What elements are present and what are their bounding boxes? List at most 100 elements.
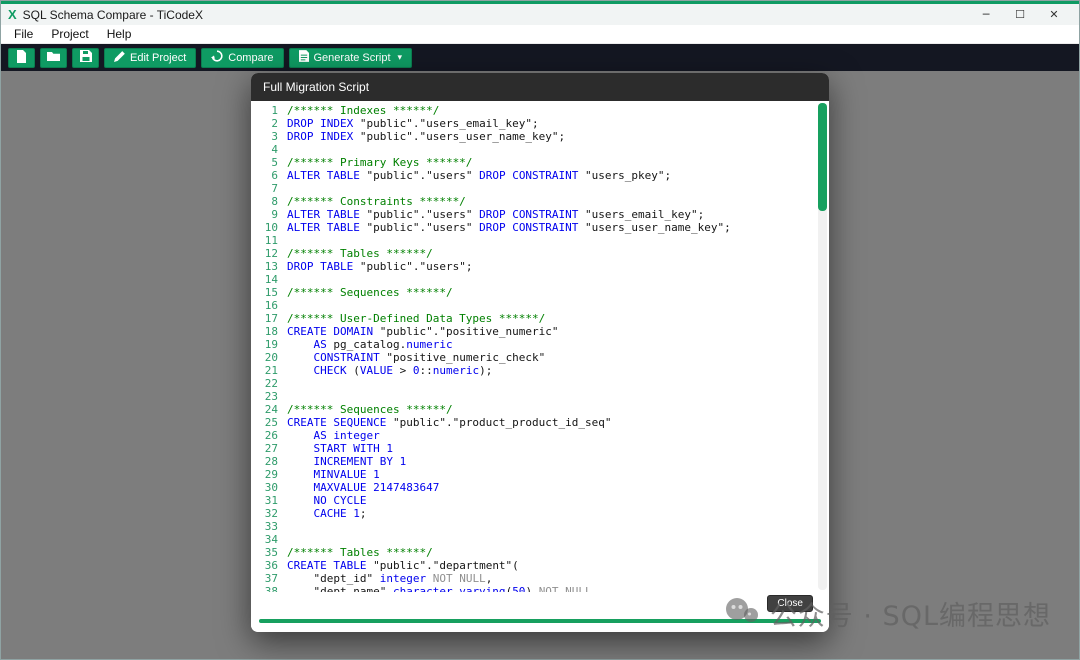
code-line: 10 ALTER TABLE "public"."users" DROP CONS… [251, 221, 829, 234]
line-number: 1 [271, 104, 278, 117]
chevron-down-icon: ▾ [397, 52, 403, 62]
script-icon [298, 50, 309, 65]
close-window-button[interactable]: ✕ [1037, 8, 1071, 21]
code-line: 23 [251, 390, 829, 403]
window-controls: ─ ☐ ✕ [969, 8, 1071, 21]
dialog-footer: Close [251, 592, 829, 632]
pencil-icon [114, 50, 125, 65]
line-number: 11 [264, 234, 278, 247]
code-line: 9 ALTER TABLE "public"."users" DROP CONST… [251, 208, 829, 221]
menu-help[interactable]: Help [98, 27, 141, 41]
compare-button[interactable]: Compare [201, 47, 284, 68]
menubar: File Project Help [1, 25, 1079, 44]
line-number: 23 [264, 390, 278, 403]
code-line: 25 CREATE SEQUENCE "public"."product_prod… [251, 416, 829, 429]
scrollbar-thumb[interactable] [818, 103, 827, 211]
line-number: 24 [264, 403, 278, 416]
line-number: 30 [264, 481, 278, 494]
code-line: 5/****** Primary Keys ******/ [251, 156, 829, 169]
menu-file[interactable]: File [5, 27, 42, 41]
minimize-button[interactable]: ─ [969, 8, 1003, 21]
open-project-button[interactable] [40, 47, 67, 68]
new-file-icon [16, 49, 27, 66]
new-project-button[interactable] [8, 47, 35, 68]
workspace-backdrop: Full Migration Script 1/****** Indexes *… [1, 71, 1079, 659]
code-line: 26 AS integer [251, 429, 829, 442]
save-project-button[interactable] [72, 47, 99, 68]
generate-script-button[interactable]: Generate Script ▾ [288, 47, 413, 68]
line-number: 6 [271, 169, 278, 182]
code-line: 1/****** Indexes ******/ [251, 104, 829, 117]
line-number: 13 [264, 260, 278, 273]
line-number: 35 [264, 546, 278, 559]
line-number: 7 [271, 182, 278, 195]
code-line: 18 CREATE DOMAIN "public"."positive_numer… [251, 325, 829, 338]
menu-project[interactable]: Project [42, 27, 97, 41]
line-number: 19 [264, 338, 278, 351]
migration-script-dialog: Full Migration Script 1/****** Indexes *… [251, 73, 829, 632]
code-line: 15/****** Sequences ******/ [251, 286, 829, 299]
code-line: 16 [251, 299, 829, 312]
titlebar-left: X SQL Schema Compare - TiCodeX [8, 8, 203, 22]
line-number: 28 [264, 455, 278, 468]
line-number: 29 [264, 468, 278, 481]
code-line: 29 MINVALUE 1 [251, 468, 829, 481]
code-line: 27 START WITH 1 [251, 442, 829, 455]
app-window: X SQL Schema Compare - TiCodeX ─ ☐ ✕ Fil… [0, 0, 1080, 660]
line-number: 4 [271, 143, 278, 156]
line-number: 12 [264, 247, 278, 260]
code-line: 24/****** Sequences ******/ [251, 403, 829, 416]
save-icon [79, 50, 92, 65]
code-line: 19 AS pg_catalog.numeric [251, 338, 829, 351]
progress-bar [259, 619, 821, 623]
line-number: 2 [271, 117, 278, 130]
line-number: 26 [264, 429, 278, 442]
line-number: 37 [264, 572, 278, 585]
code-line: 8/****** Constraints ******/ [251, 195, 829, 208]
line-number: 33 [264, 520, 278, 533]
code-line: 2 DROP INDEX "public"."users_email_key"; [251, 117, 829, 130]
maximize-button[interactable]: ☐ [1003, 8, 1037, 21]
line-number: 20 [264, 351, 278, 364]
code-line: 11 [251, 234, 829, 247]
code-line: 38 "dept_name" character varying(50) NOT… [251, 585, 829, 592]
code-line: 17/****** User-Defined Data Types ******… [251, 312, 829, 325]
code-line: 22 [251, 377, 829, 390]
code-line: 14 [251, 273, 829, 286]
line-number: 15 [264, 286, 278, 299]
toolbar: Edit Project Compare Generate Script ▾ [1, 44, 1079, 71]
line-number: 10 [264, 221, 278, 234]
line-number: 5 [271, 156, 278, 169]
line-number: 31 [264, 494, 278, 507]
line-number: 16 [264, 299, 278, 312]
code-line: 13 DROP TABLE "public"."users"; [251, 260, 829, 273]
app-logo-icon: X [8, 7, 17, 22]
generate-script-label: Generate Script [313, 51, 391, 64]
line-number: 25 [264, 416, 278, 429]
code-line: 36 CREATE TABLE "public"."department"( [251, 559, 829, 572]
compare-label: Compare [228, 51, 274, 64]
code-line: 6 ALTER TABLE "public"."users" DROP CONST… [251, 169, 829, 182]
window-title: SQL Schema Compare - TiCodeX [22, 7, 203, 22]
line-number: 38 [264, 585, 278, 592]
code-line: 32 CACHE 1; [251, 507, 829, 520]
code-line: 37 "dept_id" integer NOT NULL, [251, 572, 829, 585]
code-line: 30 MAXVALUE 2147483647 [251, 481, 829, 494]
close-dialog-button[interactable]: Close [767, 595, 813, 612]
line-number: 36 [264, 559, 278, 572]
line-number: 32 [264, 507, 278, 520]
compare-refresh-icon [211, 50, 223, 65]
code-line: 33 [251, 520, 829, 533]
code-editor[interactable]: 1/****** Indexes ******/2 DROP INDEX "pub… [251, 101, 829, 592]
line-number: 27 [264, 442, 278, 455]
edit-project-button[interactable]: Edit Project [104, 47, 197, 68]
vertical-scrollbar[interactable] [818, 103, 827, 590]
line-number: 34 [264, 533, 278, 546]
code-line: 34 [251, 533, 829, 546]
line-number: 21 [264, 364, 278, 377]
code-line: 4 [251, 143, 829, 156]
code-line: 7 [251, 182, 829, 195]
code-line: 21 CHECK (VALUE > 0::numeric); [251, 364, 829, 377]
code-line: 35/****** Tables ******/ [251, 546, 829, 559]
code-line: 31 NO CYCLE [251, 494, 829, 507]
